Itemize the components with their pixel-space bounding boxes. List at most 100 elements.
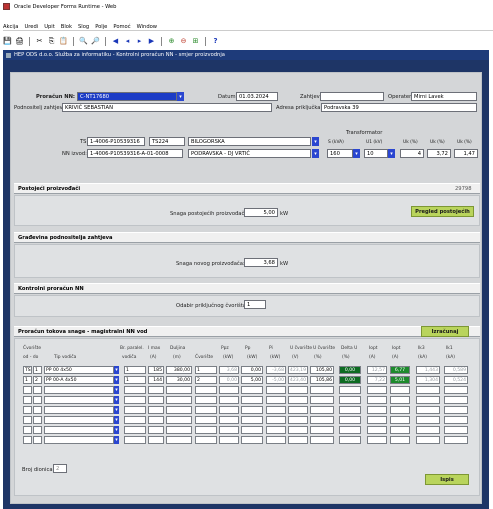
menu-item-4[interactable]: Slog xyxy=(78,24,89,30)
table-cell-tip[interactable]: PP 00 4x50 xyxy=(44,366,114,374)
empty-table-cell[interactable] xyxy=(148,406,164,414)
empty-table-cell[interactable] xyxy=(219,416,239,424)
help-icon[interactable]: ? xyxy=(211,37,220,46)
table-cell-iopt2[interactable]: 6,77 xyxy=(390,366,410,374)
table-cell-imax[interactable]: 185 xyxy=(148,366,164,374)
empty-table-cell[interactable] xyxy=(124,406,146,414)
empty-table-cell[interactable] xyxy=(241,396,263,404)
empty-table-cell[interactable] xyxy=(33,406,42,414)
empty-table-cell[interactable] xyxy=(444,436,468,444)
empty-table-cell[interactable] xyxy=(124,436,146,444)
tr-uk1-input[interactable]: 4 xyxy=(400,149,424,158)
table-cell-pi[interactable]: -3,68 xyxy=(266,366,286,374)
empty-table-cell[interactable] xyxy=(310,406,334,414)
tip-vodica-dropdown-icon[interactable]: ▾ xyxy=(114,386,119,394)
empty-table-cell[interactable] xyxy=(367,416,387,424)
adresa-input[interactable]: Podravska 39 xyxy=(321,103,477,112)
table-cell-pp[interactable]: 5,00 xyxy=(241,376,263,384)
empty-table-cell[interactable] xyxy=(33,436,42,444)
table-cell-pi[interactable]: -5,00 xyxy=(266,376,286,384)
empty-table-cell[interactable] xyxy=(195,396,217,404)
tr-uk3-input[interactable]: 1,47 xyxy=(454,149,478,158)
empty-table-cell[interactable] xyxy=(367,386,387,394)
empty-table-cell[interactable] xyxy=(23,396,32,404)
empty-table-cell[interactable] xyxy=(310,396,334,404)
empty-table-cell[interactable] xyxy=(416,386,440,394)
empty-table-cell[interactable] xyxy=(124,426,146,434)
empty-table-cell[interactable] xyxy=(33,396,42,404)
izracunaj-button[interactable]: Izračunaj xyxy=(421,326,469,337)
snaga-novog-input[interactable]: 3,68 xyxy=(244,258,278,267)
table-cell-uv[interactable]: 423,19 xyxy=(288,366,308,374)
tip-vodica-dropdown-icon[interactable]: ▾ xyxy=(114,396,119,404)
ts-code-input[interactable]: TS224 xyxy=(149,137,185,146)
empty-table-cell[interactable] xyxy=(339,386,361,394)
table-cell-ppz[interactable]: 0,00 xyxy=(219,376,239,384)
table-cell-br[interactable]: 1 xyxy=(124,366,146,374)
empty-table-cell[interactable] xyxy=(266,386,286,394)
table-cell-iopt2[interactable]: 5,01 xyxy=(390,376,410,384)
empty-table-cell[interactable] xyxy=(33,386,42,394)
table-cell-ik3[interactable]: 1,443 xyxy=(416,366,440,374)
tr-s-dropdown-icon[interactable]: ▾ xyxy=(353,149,360,158)
menu-item-0[interactable]: Akcija xyxy=(3,24,18,30)
table-cell-do[interactable]: 1 xyxy=(33,366,42,374)
empty-table-cell[interactable] xyxy=(195,436,217,444)
last-record-icon[interactable]: ▶ xyxy=(147,37,156,46)
empty-table-cell[interactable] xyxy=(241,426,263,434)
menu-item-2[interactable]: Upit xyxy=(44,24,55,30)
empty-table-cell[interactable] xyxy=(444,386,468,394)
empty-table-cell[interactable] xyxy=(44,416,114,424)
empty-table-cell[interactable] xyxy=(23,426,32,434)
save-icon[interactable]: 💾 xyxy=(3,37,12,46)
menu-item-7[interactable]: Window xyxy=(137,24,157,30)
ts-name-input[interactable]: BILOGORSKA xyxy=(188,137,311,146)
pregled-postojecih-button[interactable]: Pregled postojećih xyxy=(411,206,474,217)
tip-vodica-dropdown-icon[interactable]: ▾ xyxy=(114,406,119,414)
empty-table-cell[interactable] xyxy=(288,426,308,434)
empty-table-cell[interactable] xyxy=(390,396,410,404)
empty-table-cell[interactable] xyxy=(241,386,263,394)
odabir-input[interactable]: 1 xyxy=(244,300,266,309)
empty-table-cell[interactable] xyxy=(444,406,468,414)
empty-table-cell[interactable] xyxy=(310,386,334,394)
table-cell-pp[interactable]: 0,00 xyxy=(241,366,263,374)
empty-table-cell[interactable] xyxy=(44,436,114,444)
datum-input[interactable]: 01.03.2024 xyxy=(236,92,278,101)
empty-table-cell[interactable] xyxy=(288,436,308,444)
query-icon[interactable]: 🔍 xyxy=(79,37,88,46)
empty-table-cell[interactable] xyxy=(266,416,286,424)
empty-table-cell[interactable] xyxy=(148,416,164,424)
ispis-button[interactable]: Ispis xyxy=(425,474,469,485)
empty-table-cell[interactable] xyxy=(367,436,387,444)
empty-table-cell[interactable] xyxy=(195,406,217,414)
empty-table-cell[interactable] xyxy=(241,406,263,414)
paste-icon[interactable]: 📋 xyxy=(59,37,68,46)
empty-table-cell[interactable] xyxy=(288,406,308,414)
tr-s-input[interactable]: 160 xyxy=(327,149,353,158)
table-cell-iopt1[interactable]: 12,57 xyxy=(367,366,387,374)
table-cell-od[interactable]: 1 xyxy=(23,376,32,384)
table-cell-ik3[interactable]: 1,304 xyxy=(416,376,440,384)
print-icon[interactable]: 🖨 xyxy=(15,37,24,46)
table-cell-duljina[interactable]: 30,00 xyxy=(166,376,192,384)
empty-table-cell[interactable] xyxy=(266,426,286,434)
empty-table-cell[interactable] xyxy=(195,416,217,424)
empty-table-cell[interactable] xyxy=(166,386,192,394)
proracun-input[interactable]: C-NT17680 xyxy=(77,92,177,101)
empty-table-cell[interactable] xyxy=(148,386,164,394)
insert-record-icon[interactable]: ⊕ xyxy=(167,37,176,46)
empty-table-cell[interactable] xyxy=(416,426,440,434)
empty-table-cell[interactable] xyxy=(288,396,308,404)
empty-table-cell[interactable] xyxy=(219,436,239,444)
empty-table-cell[interactable] xyxy=(310,436,334,444)
prev-record-icon[interactable]: ◂ xyxy=(123,37,132,46)
table-cell-ik1[interactable]: 0,524 xyxy=(444,376,468,384)
empty-table-cell[interactable] xyxy=(390,416,410,424)
tip-vodica-dropdown-icon[interactable]: ▾ xyxy=(114,416,119,424)
empty-table-cell[interactable] xyxy=(124,386,146,394)
empty-table-cell[interactable] xyxy=(44,396,114,404)
empty-table-cell[interactable] xyxy=(219,396,239,404)
empty-table-cell[interactable] xyxy=(241,416,263,424)
empty-table-cell[interactable] xyxy=(339,406,361,414)
